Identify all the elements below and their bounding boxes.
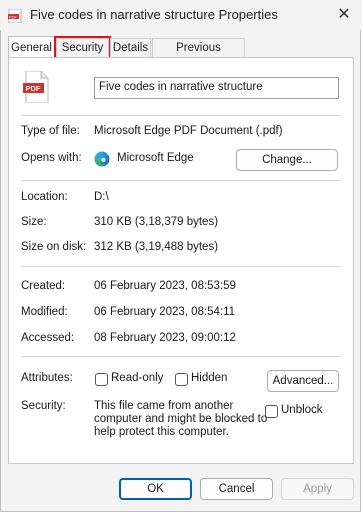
location-label: Location:: [21, 191, 68, 203]
tab-security[interactable]: Security: [54, 36, 111, 59]
title-bar: PDF Five codes in narrative structure Pr…: [0, 0, 362, 30]
size-on-disk-value: 312 KB (3,19,488 bytes): [94, 241, 219, 253]
microsoft-edge-icon: [94, 151, 110, 167]
attributes-label: Attributes:: [21, 372, 73, 384]
tab-general[interactable]: General: [8, 36, 55, 58]
security-message-line: computer and might be blocked to: [94, 413, 268, 425]
change-button[interactable]: Change...: [236, 149, 338, 171]
svg-text:PDF: PDF: [9, 14, 18, 19]
tab-details[interactable]: Details: [110, 38, 151, 57]
unblock-label: Unblock: [281, 404, 323, 416]
close-icon[interactable]: ✕: [330, 2, 358, 28]
hidden-checkbox[interactable]: [175, 373, 188, 386]
divider: [21, 356, 341, 357]
svg-text:PDF: PDF: [26, 84, 41, 93]
security-message-line: help protect this computer.: [94, 426, 229, 438]
window-title: Five codes in narrative structure Proper…: [30, 7, 278, 22]
size-label: Size:: [21, 216, 47, 228]
unblock-checkbox[interactable]: [265, 405, 278, 418]
divider: [21, 266, 341, 267]
divider: [21, 115, 341, 116]
modified-label: Modified:: [21, 306, 68, 318]
divider: [21, 180, 341, 181]
accessed-value: 08 February 2023, 09:00:12: [94, 332, 236, 344]
security-message: This file came from another computer and…: [94, 400, 267, 439]
location-value: D:\: [94, 191, 109, 203]
size-value: 310 KB (3,18,379 bytes): [94, 216, 219, 228]
file-name-input[interactable]: Five codes in narrative structure: [94, 77, 339, 99]
ok-button[interactable]: OK: [119, 478, 192, 500]
tab-previous-versions[interactable]: Previous Versions: [152, 38, 245, 73]
apply-button[interactable]: Apply: [281, 478, 354, 500]
accessed-label: Accessed:: [21, 332, 75, 344]
type-of-file-value: Microsoft Edge PDF Document (.pdf): [94, 125, 283, 137]
opens-with-value: Microsoft Edge: [117, 152, 194, 164]
type-of-file-label: Type of file:: [21, 125, 80, 137]
tab-strip: General Security Details Previous Versio…: [8, 36, 354, 73]
opens-with-label: Opens with:: [21, 152, 82, 164]
pdf-document-icon: PDF: [23, 71, 49, 103]
hidden-label: Hidden: [191, 372, 228, 384]
size-on-disk-label: Size on disk:: [21, 241, 87, 253]
advanced-button[interactable]: Advanced...: [267, 370, 339, 392]
security-label: Security:: [21, 400, 66, 412]
read-only-label: Read-only: [111, 372, 164, 384]
pdf-file-icon: PDF: [8, 9, 22, 23]
created-value: 06 February 2023, 08:53:59: [94, 280, 236, 292]
cancel-button[interactable]: Cancel: [200, 478, 273, 500]
modified-value: 06 February 2023, 08:54:11: [94, 306, 236, 318]
read-only-checkbox[interactable]: [95, 373, 108, 386]
security-message-line: This file came from another: [94, 400, 234, 412]
general-panel: PDF Five codes in narrative structure Ty…: [8, 57, 354, 464]
created-label: Created:: [21, 280, 66, 292]
